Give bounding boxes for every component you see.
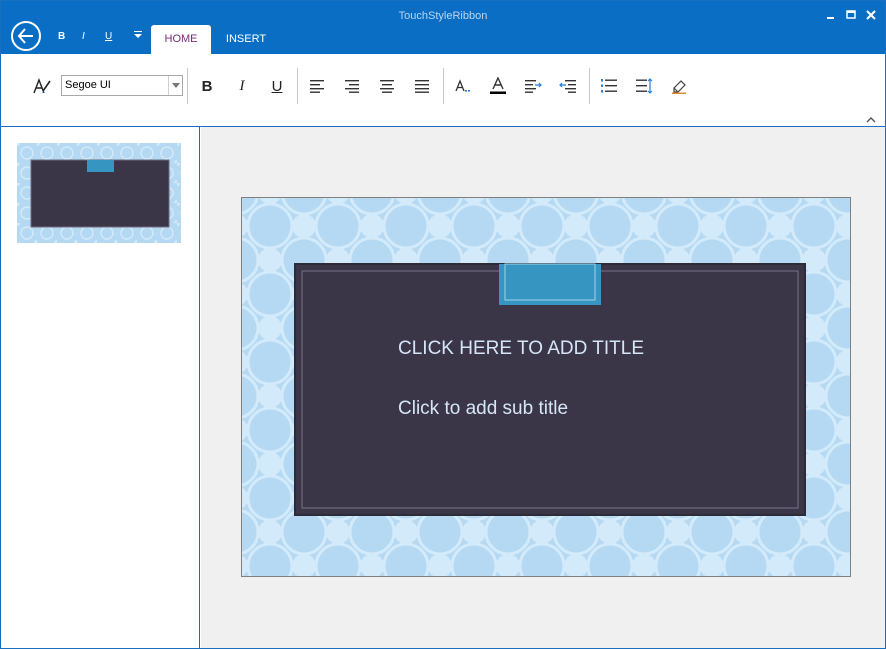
slide-background <box>242 198 850 576</box>
slide-thumbnail-preview <box>17 143 181 243</box>
underline-label: U <box>271 77 283 95</box>
eraser-icon <box>672 80 686 94</box>
slide-title-placeholder[interactable]: CLICK HERE TO ADD TITLE <box>398 338 644 360</box>
font-name-combobox[interactable]: Segoe UI <box>61 75 183 96</box>
align-left-icon <box>310 80 324 93</box>
font-name-value: Segoe UI <box>65 79 111 91</box>
ribbon-separator <box>187 68 188 104</box>
bold-label: B <box>201 77 213 95</box>
slide-editor: CLICK HERE TO ADD TITLE Click to add sub… <box>201 127 885 648</box>
app-window: TouchStyleRibbon B I U HOME INSERT Segoe… <box>0 0 886 649</box>
align-center-button[interactable] <box>376 76 398 96</box>
arrow-left-icon <box>17 28 33 44</box>
ribbon: Segoe UI B I U <box>1 54 885 127</box>
align-left-button[interactable] <box>306 76 328 96</box>
align-center-icon <box>380 80 394 93</box>
italic-label: I <box>239 77 245 94</box>
underline-button[interactable]: U <box>266 76 288 96</box>
line-spacing-button[interactable] <box>633 76 655 96</box>
line-spacing-icon <box>636 78 653 94</box>
font-style-button[interactable] <box>31 76 53 96</box>
collapse-ribbon-button[interactable] <box>865 110 877 123</box>
chevron-down-icon <box>171 83 180 88</box>
italic-button[interactable]: I <box>231 76 253 96</box>
qat-customize-button[interactable] <box>134 29 142 42</box>
slide-subtitle-placeholder[interactable]: Click to add sub title <box>398 398 568 420</box>
close-icon <box>866 10 876 20</box>
bold-button[interactable]: B <box>196 76 218 96</box>
maximize-button[interactable] <box>844 7 858 21</box>
maximize-icon <box>846 10 856 19</box>
decrease-indent-icon <box>559 80 576 93</box>
ribbon-separator <box>443 68 444 104</box>
font-color-button[interactable] <box>487 76 509 96</box>
slide-canvas[interactable]: CLICK HERE TO ADD TITLE Click to add sub… <box>241 197 851 577</box>
align-right-icon <box>345 80 359 93</box>
customize-dropdown-icon <box>134 31 142 38</box>
tab-home[interactable]: HOME <box>151 25 211 54</box>
slide-thumbnail-panel <box>1 127 200 648</box>
title-bar: TouchStyleRibbon B I U HOME INSERT <box>1 1 885 54</box>
window-title: TouchStyleRibbon <box>398 10 488 22</box>
chevron-up-icon <box>866 117 876 123</box>
slide-thumbnail[interactable] <box>17 143 181 243</box>
font-dropdown-arrow[interactable] <box>168 76 182 95</box>
decrease-indent-button[interactable] <box>557 76 579 96</box>
numbered-list-icon <box>601 79 617 93</box>
increase-indent-icon <box>525 80 542 93</box>
justify-icon <box>415 80 429 93</box>
justify-button[interactable] <box>411 76 433 96</box>
pen-font-icon <box>33 78 51 94</box>
font-color-icon <box>490 77 506 94</box>
tab-insert[interactable]: INSERT <box>217 25 275 54</box>
ribbon-separator <box>297 68 298 104</box>
ribbon-separator <box>589 68 590 104</box>
back-button[interactable] <box>11 21 41 51</box>
clear-format-button[interactable] <box>668 76 690 96</box>
align-right-button[interactable] <box>341 76 363 96</box>
minimize-icon <box>827 17 834 19</box>
qat-underline-button[interactable]: U <box>105 31 112 42</box>
close-button[interactable] <box>864 7 878 21</box>
numbered-list-button[interactable] <box>598 76 620 96</box>
minimize-button[interactable] <box>824 7 838 21</box>
qat-bold-button[interactable]: B <box>58 31 65 42</box>
qat-italic-button[interactable]: I <box>82 31 85 42</box>
text-highlight-button[interactable] <box>452 76 474 96</box>
increase-indent-button[interactable] <box>522 76 544 96</box>
font-highlight-icon <box>455 79 470 92</box>
